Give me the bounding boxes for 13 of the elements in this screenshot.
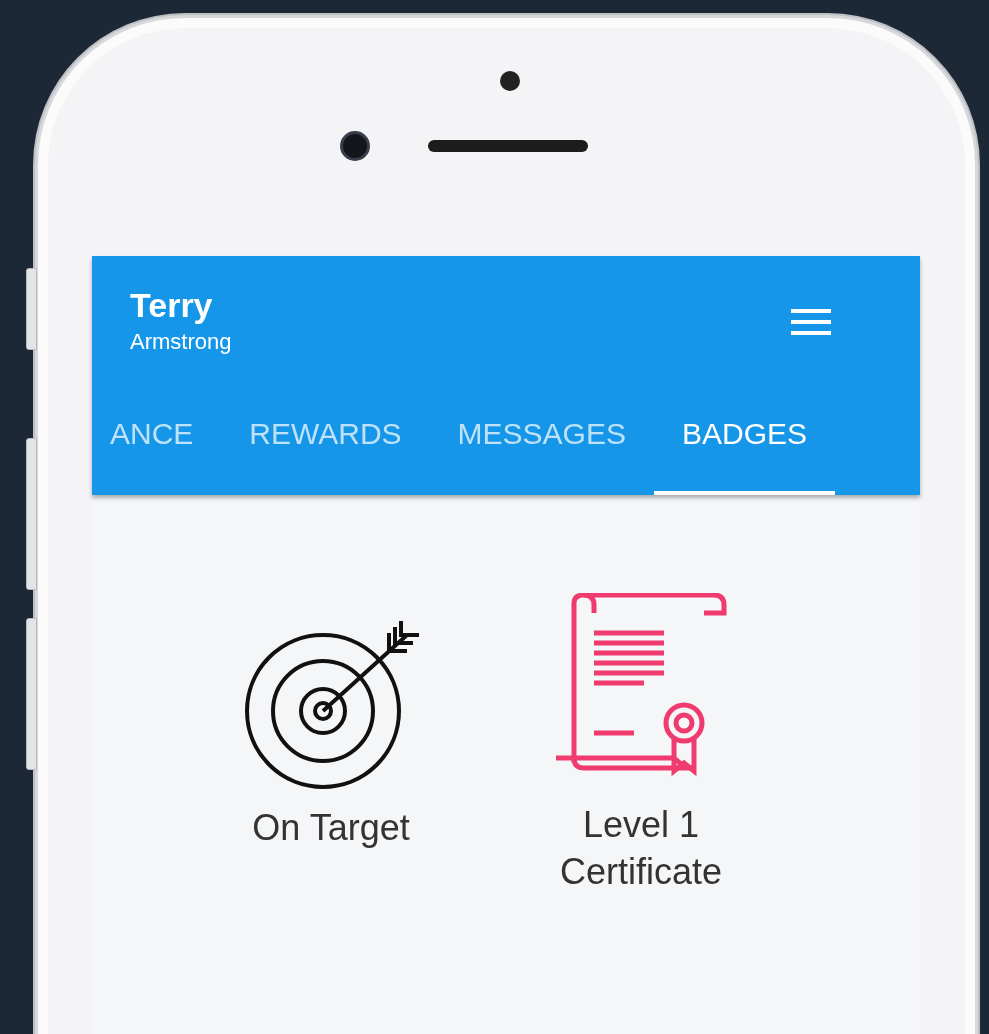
camera-icon (340, 131, 370, 161)
nav-tab[interactable]: BADGES (654, 376, 836, 495)
nav-tab[interactable]: ANCE (92, 376, 222, 495)
menu-icon (791, 307, 831, 337)
nav-tab[interactable]: REWARDS (221, 376, 430, 495)
badge-label: Level 1 Certificate (558, 803, 724, 894)
certificate-icon (553, 593, 729, 778)
sensor-dot (500, 71, 520, 91)
user-last-name: Armstrong (130, 329, 232, 355)
user-first-name: Terry (130, 286, 214, 325)
nav-tab[interactable]: MESSAGES (429, 376, 654, 495)
menu-button[interactable] (790, 306, 832, 338)
badge-label: On Target (252, 806, 410, 850)
